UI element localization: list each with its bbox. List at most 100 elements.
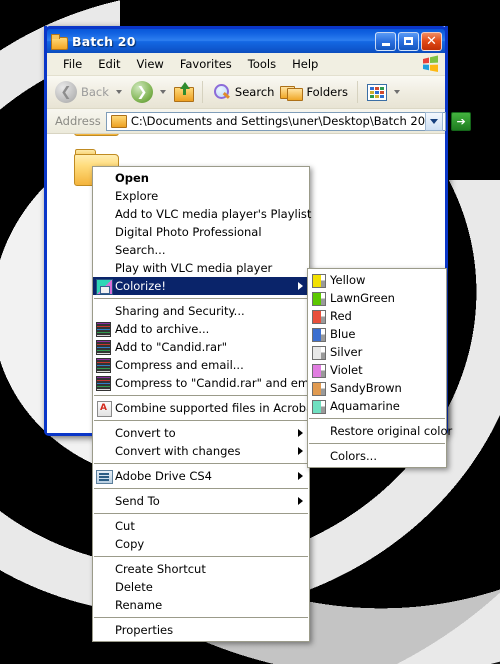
adobe-drive-icon bbox=[95, 468, 113, 484]
go-label: Go bbox=[474, 114, 491, 128]
menu-file[interactable]: File bbox=[55, 55, 90, 73]
toolbar-separator bbox=[201, 81, 203, 103]
menu-tools[interactable]: Tools bbox=[240, 55, 284, 73]
chevron-down-icon[interactable] bbox=[159, 90, 166, 94]
chevron-down-icon[interactable] bbox=[393, 90, 400, 94]
submenu-item-silver[interactable]: Silver bbox=[308, 343, 446, 361]
context-menu[interactable]: Open Explore Add to VLC media player's P… bbox=[92, 166, 329, 642]
back-label: Back bbox=[81, 85, 109, 99]
submenu-item-lawngreen[interactable]: LawnGreen bbox=[308, 289, 446, 307]
toolbar[interactable]: ❮ Back ❯ Search Folders bbox=[47, 76, 445, 109]
menu-separator bbox=[309, 443, 445, 444]
submenu-item-red[interactable]: Red bbox=[308, 307, 446, 325]
menu-item-convert-to[interactable]: Convert to bbox=[93, 424, 309, 442]
menu-item-compress-to-candid-rar-and-email[interactable]: Compress to "Candid.rar" and email bbox=[93, 374, 323, 392]
chevron-down-icon[interactable] bbox=[115, 90, 122, 94]
menu-item-cut[interactable]: Cut bbox=[93, 517, 309, 535]
go-arrow-icon: ➔ bbox=[451, 111, 472, 131]
folders-label: Folders bbox=[306, 85, 348, 99]
menu-item-play-with-vlc[interactable]: Play with VLC media player bbox=[93, 259, 309, 277]
views-button[interactable] bbox=[365, 83, 405, 101]
submenu-item-sandybrown[interactable]: SandyBrown bbox=[308, 379, 446, 397]
forward-button[interactable]: ❯ bbox=[129, 81, 171, 103]
menu-bar[interactable]: File Edit View Favorites Tools Help bbox=[47, 53, 445, 76]
color-swatch-icon bbox=[310, 380, 328, 396]
menu-item-rename[interactable]: Rename bbox=[93, 596, 309, 614]
menu-separator bbox=[94, 420, 308, 421]
close-button[interactable]: ✕ bbox=[421, 31, 442, 51]
window-titlebar[interactable]: Batch 20 ✕ bbox=[44, 26, 448, 53]
folders-icon bbox=[280, 83, 304, 101]
color-swatch-icon bbox=[310, 290, 328, 306]
menu-help[interactable]: Help bbox=[284, 55, 326, 73]
submenu-item-colors[interactable]: Colors... bbox=[308, 447, 446, 465]
menu-item-convert-with-changes[interactable]: Convert with changes bbox=[93, 442, 309, 460]
submenu-arrow-icon bbox=[298, 447, 303, 455]
maximize-button[interactable] bbox=[398, 31, 419, 51]
folder-icon bbox=[110, 114, 127, 128]
address-value: C:\Documents and Settings\uner\Desktop\B… bbox=[130, 114, 426, 128]
menu-separator bbox=[94, 395, 308, 396]
color-swatch-icon bbox=[310, 344, 328, 360]
color-swatch-icon bbox=[310, 308, 328, 324]
window-title: Batch 20 bbox=[72, 33, 136, 49]
search-label: Search bbox=[234, 85, 275, 99]
menu-item-explore[interactable]: Explore bbox=[93, 187, 309, 205]
menu-item-add-to-archive[interactable]: Add to archive... bbox=[93, 320, 309, 338]
winrar-icon bbox=[95, 375, 113, 391]
submenu-item-aquamarine[interactable]: Aquamarine bbox=[308, 397, 446, 415]
winrar-icon bbox=[95, 321, 113, 337]
go-button[interactable]: ➔ Go bbox=[451, 111, 492, 131]
close-icon: ✕ bbox=[426, 33, 437, 49]
menu-separator bbox=[94, 488, 308, 489]
menu-item-digital-photo-professional[interactable]: Digital Photo Professional bbox=[93, 223, 309, 241]
menu-item-combine-in-acrobat[interactable]: Combine supported files in Acrobat... bbox=[93, 399, 329, 417]
folders-button[interactable]: Folders bbox=[278, 83, 350, 101]
menu-separator bbox=[309, 418, 445, 419]
submenu-item-violet[interactable]: Violet bbox=[308, 361, 446, 379]
submenu-arrow-icon bbox=[298, 497, 303, 505]
menu-item-sharing-and-security[interactable]: Sharing and Security... bbox=[93, 302, 309, 320]
address-dropdown-button[interactable] bbox=[425, 111, 444, 131]
menu-separator bbox=[94, 617, 308, 618]
menu-item-compress-and-email[interactable]: Compress and email... bbox=[93, 356, 309, 374]
menu-item-copy[interactable]: Copy bbox=[93, 535, 309, 553]
menu-item-adobe-drive-cs4[interactable]: Adobe Drive CS4 bbox=[93, 467, 309, 485]
colorize-icon bbox=[95, 278, 113, 295]
submenu-item-restore-original-color[interactable]: Restore original color bbox=[308, 422, 452, 440]
menu-view[interactable]: View bbox=[129, 55, 172, 73]
menu-separator bbox=[94, 463, 308, 464]
search-icon bbox=[212, 83, 231, 102]
back-button[interactable]: ❮ Back bbox=[53, 81, 127, 103]
search-button[interactable]: Search bbox=[210, 83, 277, 102]
winrar-icon bbox=[95, 357, 113, 373]
submenu-arrow-icon bbox=[298, 472, 303, 480]
menu-item-add-to-vlc-playlist[interactable]: Add to VLC media player's Playlist bbox=[93, 205, 311, 223]
menu-favorites[interactable]: Favorites bbox=[172, 55, 240, 73]
window-controls: ✕ bbox=[375, 31, 445, 51]
color-swatch-icon bbox=[310, 362, 328, 378]
colorize-submenu[interactable]: Yellow LawnGreen Red Blue Silver Violet … bbox=[307, 268, 452, 468]
submenu-item-blue[interactable]: Blue bbox=[308, 325, 446, 343]
color-swatch-icon bbox=[310, 398, 328, 414]
up-folder-button[interactable] bbox=[173, 82, 195, 102]
menu-item-delete[interactable]: Delete bbox=[93, 578, 309, 596]
minimize-button[interactable] bbox=[375, 31, 396, 51]
menu-item-search[interactable]: Search... bbox=[93, 241, 309, 259]
menu-item-colorize[interactable]: Colorize! bbox=[93, 277, 309, 295]
menu-item-create-shortcut[interactable]: Create Shortcut bbox=[93, 560, 309, 578]
submenu-arrow-icon bbox=[298, 429, 303, 437]
menu-item-open[interactable]: Open bbox=[93, 169, 309, 187]
address-bar[interactable]: Address C:\Documents and Settings\uner\D… bbox=[47, 109, 490, 134]
menu-separator bbox=[94, 556, 308, 557]
windows-flag-icon bbox=[423, 55, 438, 72]
menu-item-send-to[interactable]: Send To bbox=[93, 492, 309, 510]
menu-separator bbox=[94, 513, 308, 514]
submenu-item-yellow[interactable]: Yellow bbox=[308, 271, 446, 289]
address-input[interactable]: C:\Documents and Settings\uner\Desktop\B… bbox=[105, 111, 447, 131]
menu-edit[interactable]: Edit bbox=[90, 55, 128, 73]
folder-icon bbox=[51, 34, 68, 50]
menu-item-properties[interactable]: Properties bbox=[93, 621, 309, 639]
color-swatch-icon bbox=[310, 326, 328, 342]
menu-item-add-to-candid-rar[interactable]: Add to "Candid.rar" bbox=[93, 338, 309, 356]
